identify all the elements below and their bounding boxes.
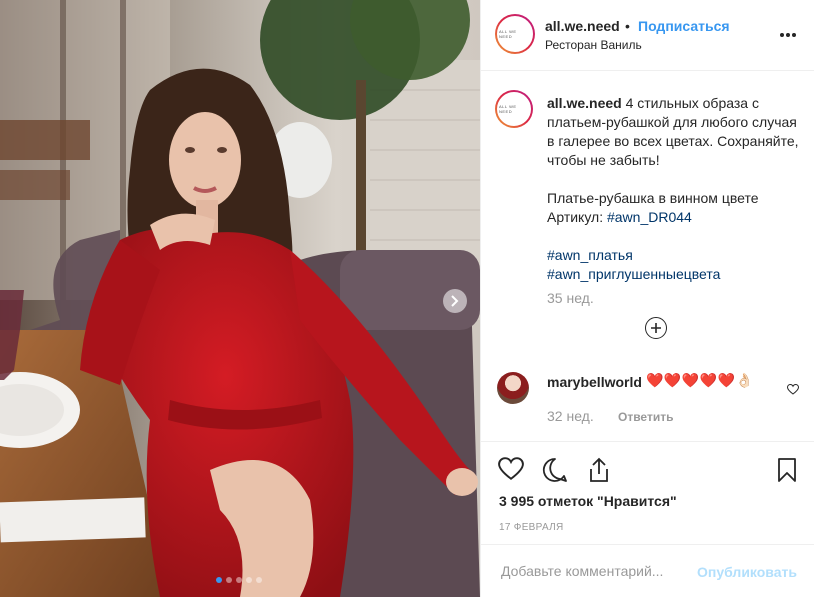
publish-button[interactable]: Опубликовать [697,564,797,580]
caption-username[interactable]: all.we.need [547,95,622,111]
chevron-right-icon [451,295,459,307]
post-details-panel: ALL WE NEED all.we.need • Подписаться Ре… [480,0,814,597]
header-username[interactable]: all.we.need [545,18,620,34]
location-link[interactable]: Ресторан Ваниль [545,38,642,52]
caption-article-label: Артикул: [547,209,604,225]
share-icon [590,457,608,482]
caption-timestamp: 35 нед. [547,290,594,306]
carousel-dot [236,577,242,583]
avatar-logo-text: ALL WE NEED [497,16,533,52]
likes-count[interactable]: 3 995 отметок "Нравится" [499,493,677,509]
follow-button[interactable]: Подписаться [638,18,730,34]
post-actions: 3 995 отметок "Нравится" 17 ФЕВРАЛЯ [481,441,814,545]
save-button[interactable] [777,457,797,488]
carousel-dot [216,577,222,583]
comments-section: ALL WE NEED all.we.need 4 стильных образ… [481,70,814,440]
plus-icon [651,323,661,333]
more-icon [780,33,796,37]
like-button[interactable] [498,457,524,486]
post-photo[interactable] [0,0,480,597]
heart-outline-icon [786,383,800,395]
comment-text: ❤️❤️❤️❤️❤️👌🏻 [646,372,754,388]
post-date: 17 ФЕВРАЛЯ [499,522,564,533]
load-more-comments-button[interactable] [645,317,667,339]
carousel-dot [256,577,262,583]
post-header: ALL WE NEED all.we.need • Подписаться Ре… [481,0,814,71]
hashtag-link[interactable]: #awn_DR044 [607,209,692,225]
comment-timestamp: 32 нед. [547,408,594,424]
comment-username[interactable]: marybellworld [547,374,642,390]
more-options-button[interactable] [779,22,797,43]
add-comment-form: Опубликовать [481,544,814,598]
next-photo-button[interactable] [443,289,467,313]
avatar-logo-text: ALL WE NEED [497,92,531,126]
bookmark-icon [778,458,796,482]
comment-icon [542,458,567,482]
profile-avatar[interactable]: ALL WE NEED [495,14,535,54]
commenter-avatar[interactable] [497,372,529,404]
header-bullet: • [625,18,630,34]
comment-like-button[interactable] [786,382,800,400]
caption-avatar[interactable]: ALL WE NEED [495,90,533,128]
hashtag-link[interactable]: #awn_приглушенныецвета [547,266,720,282]
caption-product: Платье-рубашка в винном цвете [547,190,759,206]
heart-icon [498,457,524,480]
hashtag-link[interactable]: #awn_платья [547,247,633,263]
carousel-dot [226,577,232,583]
caption-text: all.we.need 4 стильных образа с платьем-… [547,94,802,284]
comment-button[interactable] [542,457,568,488]
carousel-dot [246,577,252,583]
reply-button[interactable]: Ответить [618,410,673,424]
fashion-photo [0,0,480,597]
comment-input[interactable] [499,562,683,580]
share-button[interactable] [587,457,611,488]
carousel-indicator [216,577,262,583]
